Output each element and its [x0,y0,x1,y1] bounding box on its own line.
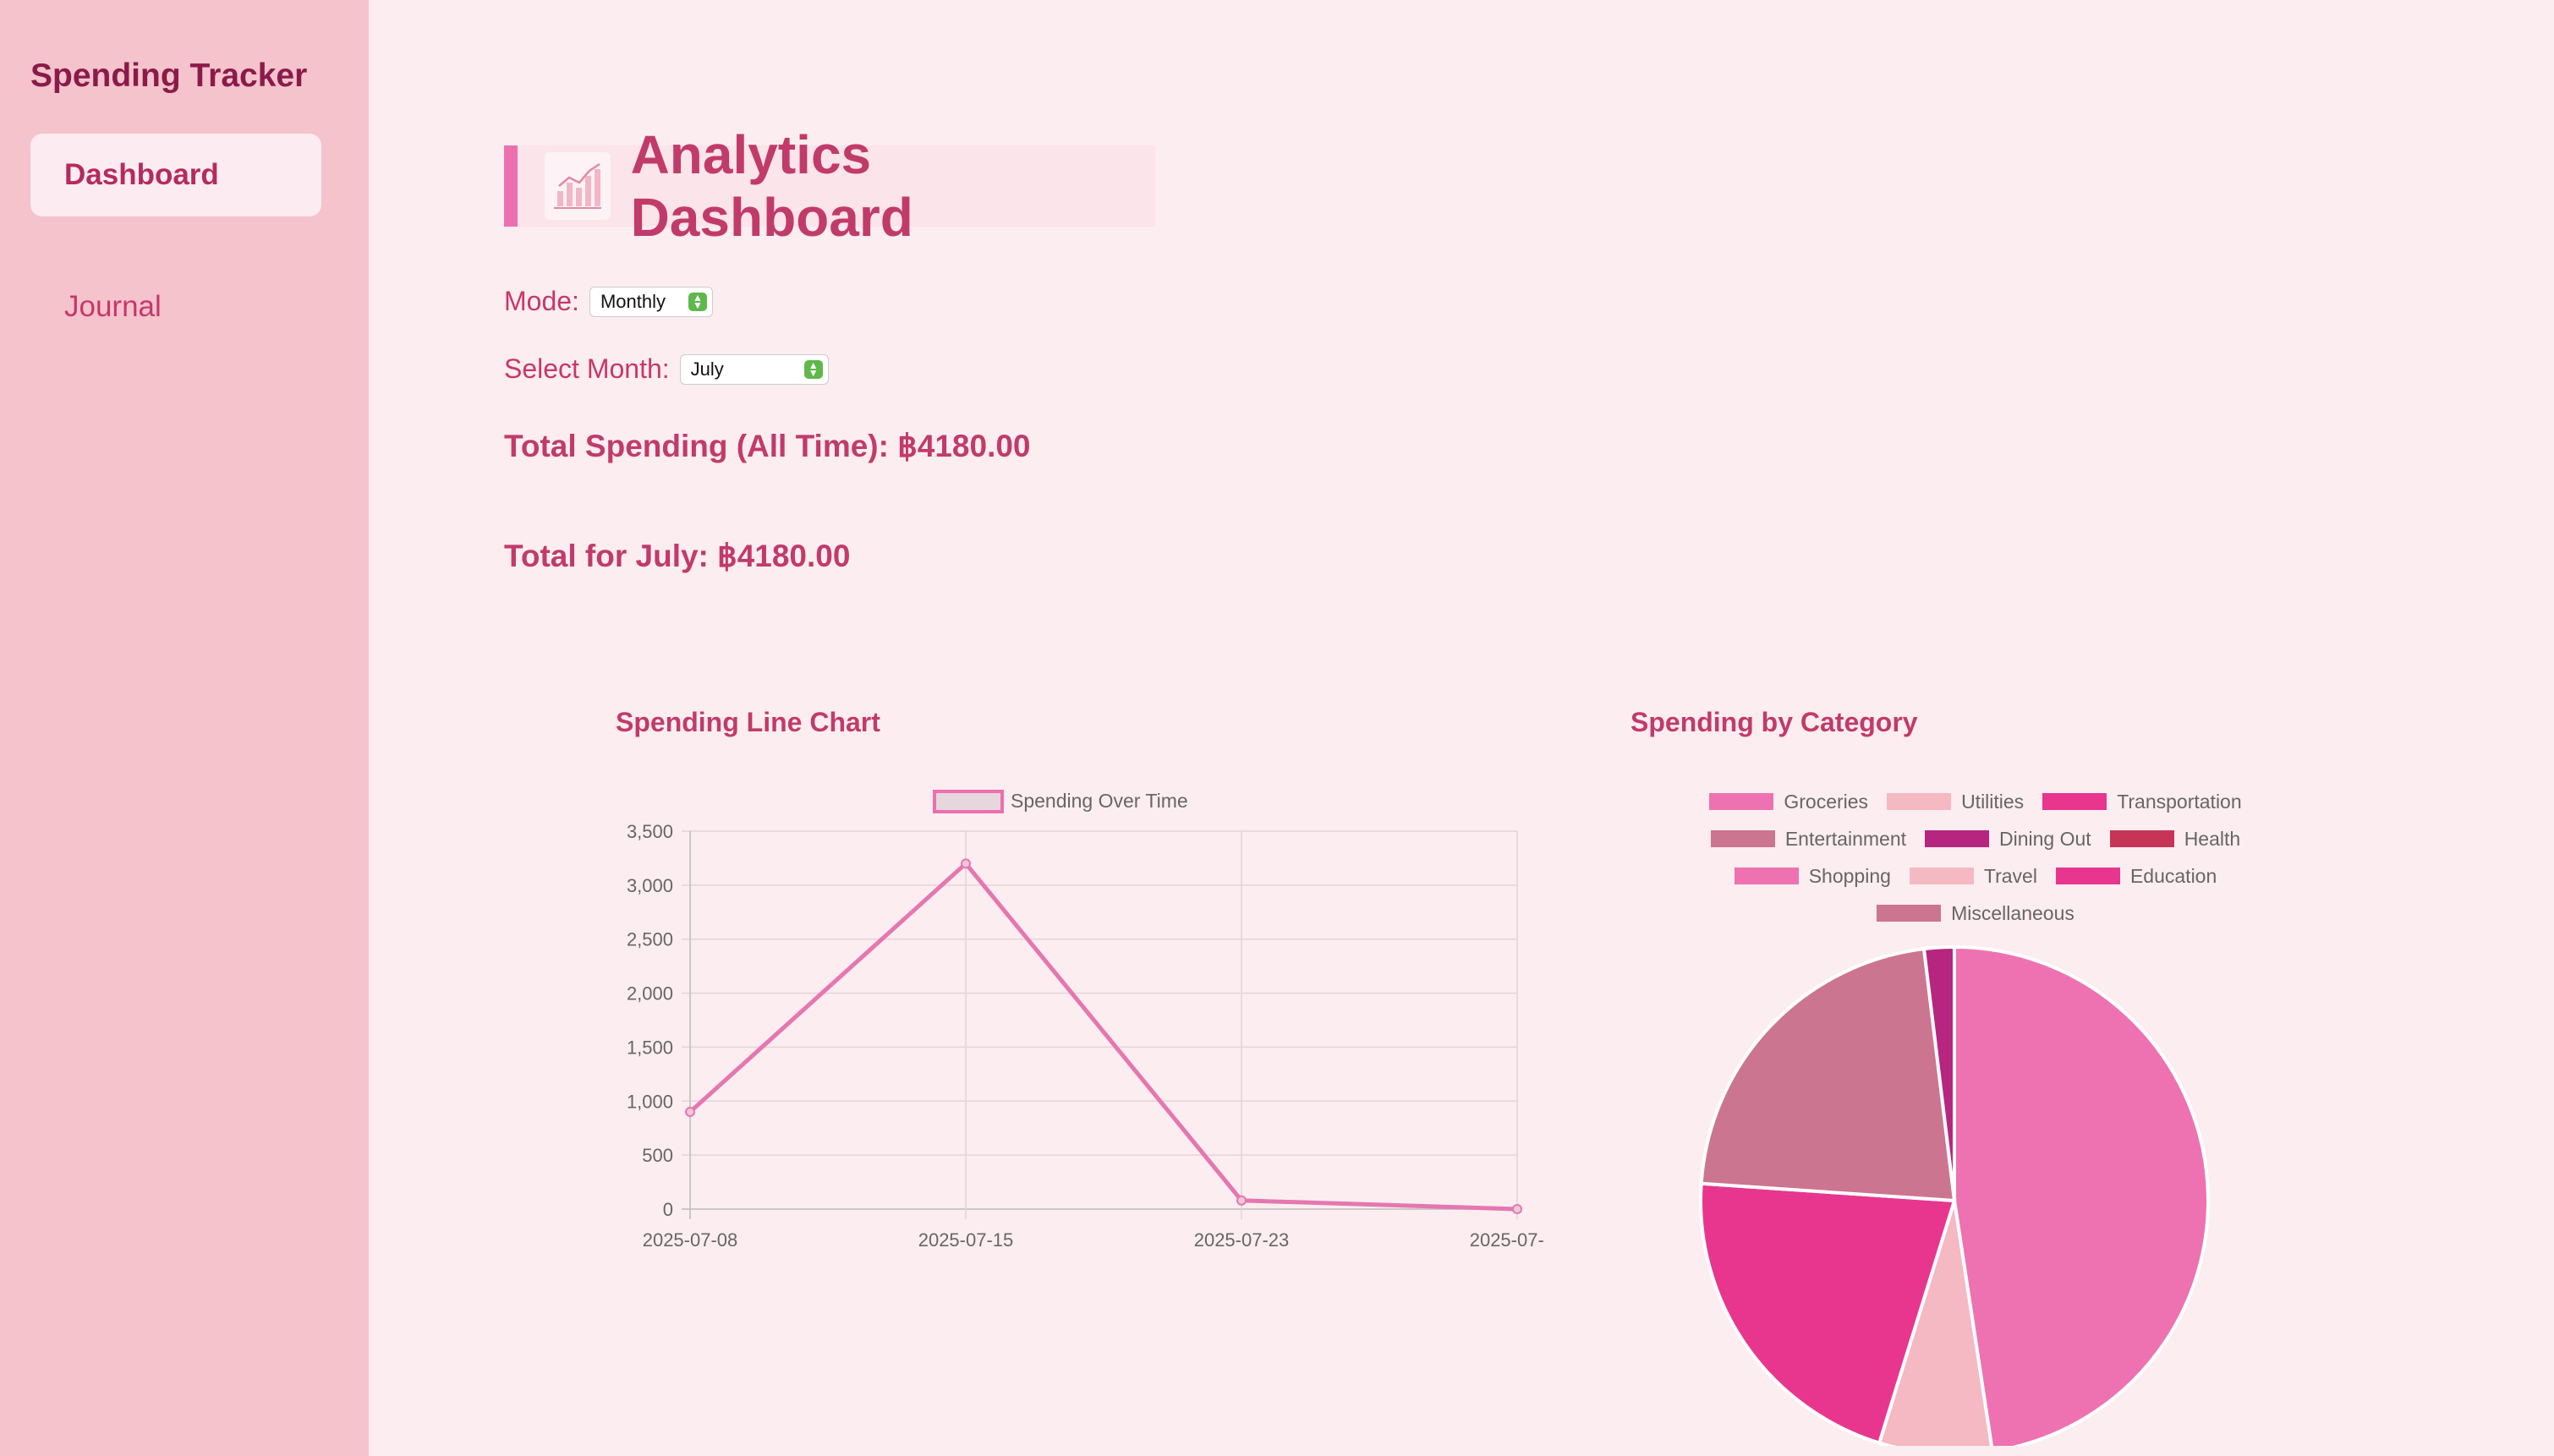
legend-item[interactable]: Education [2055,864,2217,888]
line-chart-title: Spending Line Chart [616,707,880,737]
legend-swatch [1909,868,1974,884]
line-legend: Spending Over Time [933,790,1188,813]
legend-label: Groceries [1784,790,1869,813]
series-line [688,860,1518,1212]
x-tick-label: 2025-07-15 [918,1229,1014,1251]
month-field: Select Month: July ▲ ▼ [504,353,829,385]
page-title: Analytics Dashboard [630,124,913,248]
legend-label: Transportation [2117,790,2242,813]
pie-slice [1699,946,1957,1203]
legend-item[interactable]: Utilities [1887,791,2024,813]
legend-swatch [1877,905,1942,922]
nav-item-journal[interactable]: Journal [30,265,321,348]
month-select-value: July [690,358,724,380]
header-accent-bar [504,145,518,227]
legend-swatch [1925,830,1990,847]
legend-row: Miscellaneous [1654,895,2297,932]
select-arrows-icon: ▲ ▼ [803,359,823,379]
legend-item[interactable]: Dining Out [1925,828,2091,851]
legend-label: Utilities [1961,790,2025,813]
legend-row: Groceries Utilities Transportation [1654,783,2297,820]
legend-swatch [933,790,1004,813]
legend-label: Health [2184,827,2241,850]
legend-swatch [1710,830,1775,847]
nav-item-dashboard[interactable]: Dashboard [30,134,321,216]
page-header: Analytics Dashboard [504,124,1155,248]
x-tick-label: 2025-07-08 [643,1229,738,1251]
data-point [1512,1204,1522,1214]
select-arrows-icon: ▲ ▼ [688,292,707,311]
y-tick-label: 0 [663,1199,673,1220]
legend-label: Spending Over Time [1011,790,1188,812]
y-tick-label: 500 [642,1145,673,1166]
main-content: Analytics Dashboard Mode: Monthly ▲ ▼ Sel… [369,0,2554,1456]
data-point [685,1107,695,1118]
y-tick-label: 2,500 [627,929,673,950]
pie-chart-title: Spending by Category [1631,707,1918,737]
mode-select-value: Monthly [600,290,666,312]
legend-item[interactable]: Miscellaneous [1877,902,2074,925]
legend-item[interactable]: Health [2109,827,2241,851]
total-all-time: Total Spending (All Time): ฿4180.00 [504,429,1031,463]
legend-swatch [1734,868,1799,884]
legend-row: Shopping Travel Education [1654,857,2297,895]
legend-swatch [2055,868,2120,884]
y-tick-label: 2,000 [627,983,673,1004]
y-tick-label: 3,500 [627,821,673,842]
legend-swatch [2042,793,2107,810]
x-tick-label: 2025-07-27 [1470,1229,1544,1251]
mode-select[interactable]: Monthly ▲ ▼ [589,286,713,317]
pie-slice [1953,944,2210,1446]
legend-label: Education [2129,864,2217,887]
legend-item[interactable]: Entertainment [1710,827,1907,851]
legend-item[interactable]: Travel [1909,864,2037,888]
mode-field: Mode: Monthly ▲ ▼ [504,286,713,317]
pie-chart [1699,944,2210,1446]
month-select[interactable]: July ▲ ▼ [679,353,829,385]
legend-swatch [1709,793,1774,810]
legend-label: Dining Out [1999,827,2091,850]
legend-item[interactable]: Shopping [1734,864,1891,888]
legend-item[interactable]: Groceries [1709,791,1868,813]
total-month: Total for July: ฿4180.00 [504,539,851,573]
line-chart: Spending Over Time 0 500 1,000 1,500 2,000 2,5… [627,790,1544,1251]
legend-item[interactable]: Transportation [2042,790,2242,813]
legend-label: Shopping [1808,864,1891,887]
legend-label: Entertainment [1784,827,1907,850]
x-tick-label: 2025-07-23 [1194,1229,1290,1251]
y-tick-label: 3,000 [627,875,673,896]
bar-chart-icon [544,152,611,220]
month-label: Select Month: [504,353,670,384]
data-point [961,858,971,869]
legend-swatch [2109,830,2174,847]
legend-row: Entertainment Dining Out Health [1654,820,2297,857]
mode-label: Mode: [504,286,579,316]
legend-swatch [1887,793,1952,810]
legend-label: Miscellaneous [1951,901,2074,924]
data-point [1236,1195,1247,1206]
sidebar: Spending Tracker Dashboard Journal [0,0,369,1456]
legend-label: Travel [1983,864,2037,887]
y-tick-label: 1,500 [627,1037,673,1058]
y-tick-label: 1,000 [627,1091,673,1112]
app-title: Spending Tracker [30,57,308,94]
pie-legend: Groceries Utilities Transportation Entertai… [1654,783,2297,932]
